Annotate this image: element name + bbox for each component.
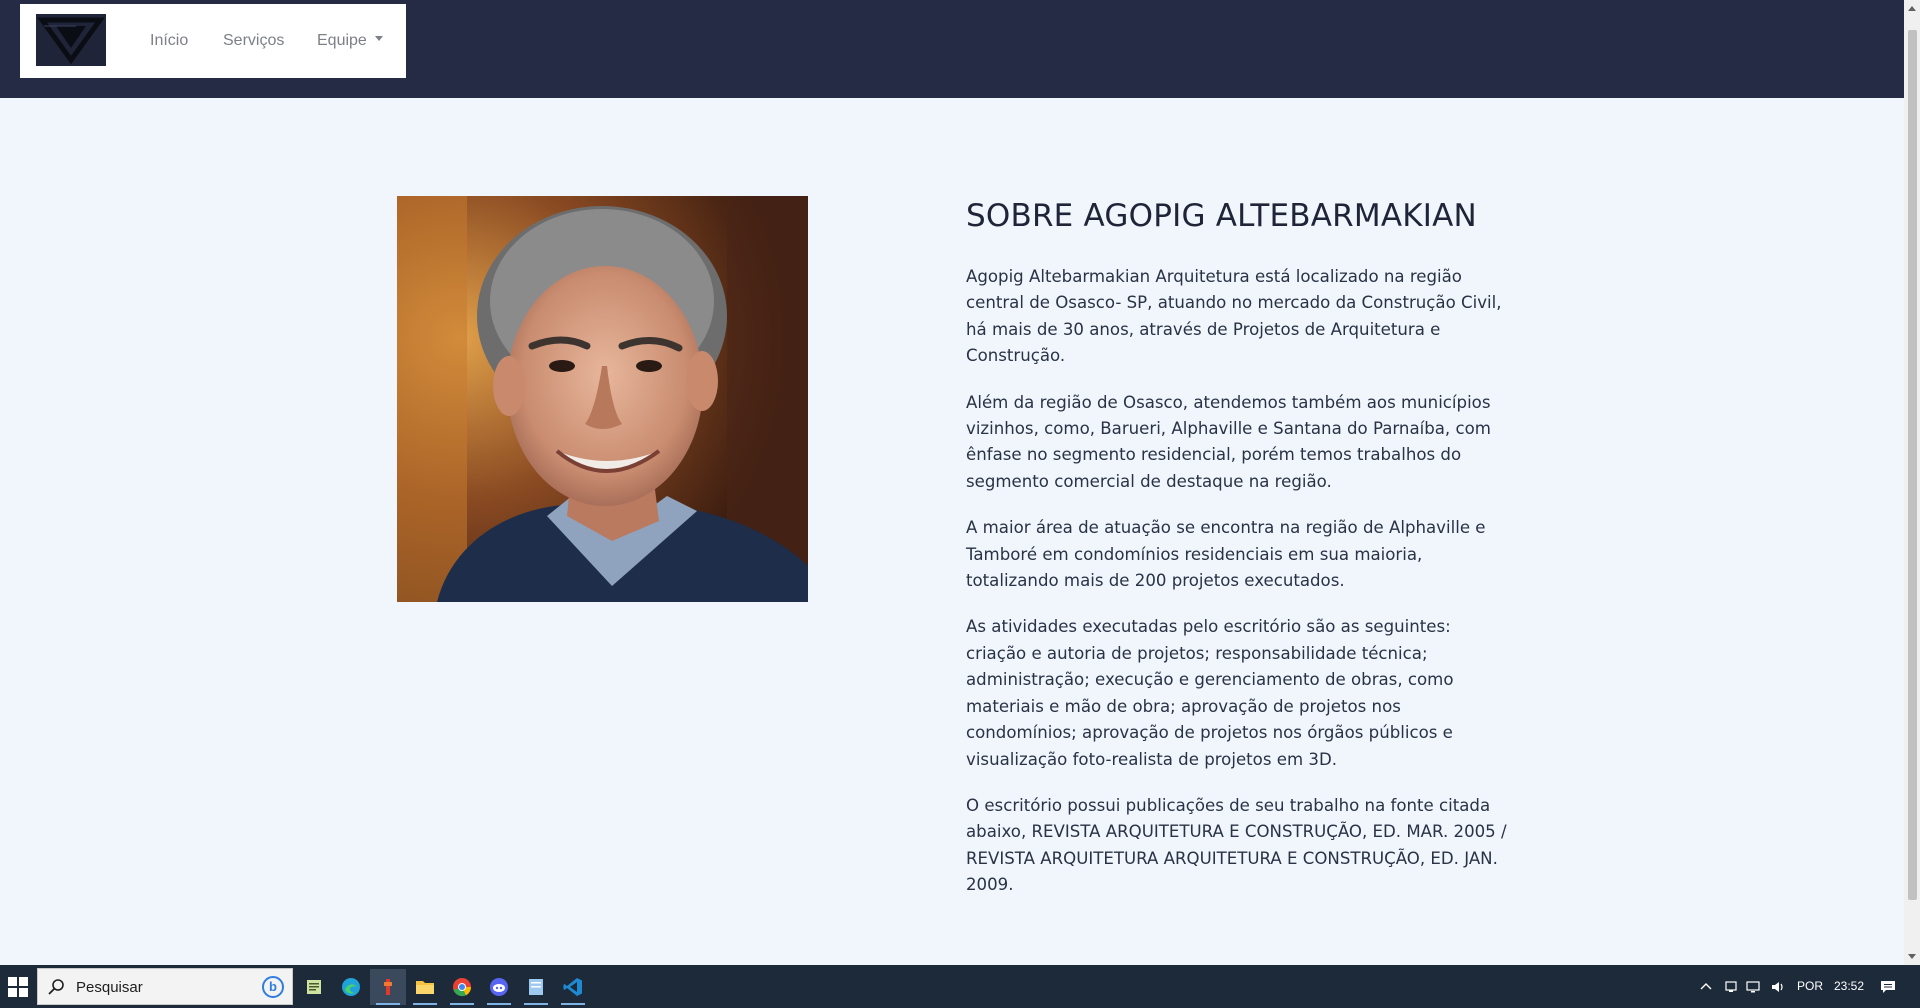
nav-link-inicio[interactable]: Início <box>150 4 188 78</box>
nav-link-servicos[interactable]: Serviços <box>223 4 284 78</box>
app-red-icon[interactable] <box>370 969 406 1005</box>
scroll-up-arrow-icon[interactable] <box>1908 6 1916 11</box>
language-indicator[interactable]: POR <box>1797 965 1823 1008</box>
profile-photo <box>397 196 808 602</box>
about-paragraph: Além da região de Osasco, atendemos tamb… <box>966 392 1491 491</box>
scroll-down-arrow-icon[interactable] <box>1908 954 1916 959</box>
notification-icon[interactable] <box>1880 965 1896 1008</box>
portrait-image <box>397 196 808 602</box>
bing-icon[interactable]: b <box>262 976 284 998</box>
search-placeholder: Pesquisar <box>76 979 143 996</box>
page-scrollbar[interactable] <box>1904 0 1920 965</box>
edge-icon[interactable] <box>333 969 369 1005</box>
scrollbar-thumb[interactable] <box>1908 30 1917 900</box>
logo-icon <box>36 14 106 66</box>
windows-start-icon[interactable] <box>8 977 28 997</box>
vscode-icon[interactable] <box>555 969 591 1005</box>
taskbar-search-box[interactable]: Pesquisar b <box>37 968 293 1005</box>
network-icon[interactable] <box>1746 965 1762 1008</box>
about-paragraph: Agopig Altebarmakian Arquitetura está lo… <box>966 267 1502 366</box>
about-paragraph: A maior área de atuação se encontra na r… <box>966 518 1486 591</box>
navbar: Início Serviços Equipe <box>20 4 406 78</box>
about-content: SOBRE AGOPIG ALTEBARMAKIAN Agopig Alteba… <box>966 192 1511 919</box>
nav-dropdown-equipe[interactable]: Equipe <box>317 4 383 78</box>
search-icon <box>48 979 64 995</box>
about-title: SOBRE AGOPIG ALTEBARMAKIAN <box>966 198 1477 234</box>
meet-icon[interactable] <box>1724 965 1738 1008</box>
chevron-up-icon[interactable] <box>1700 965 1712 1008</box>
clock[interactable]: 23:52 <box>1834 965 1864 1008</box>
volume-icon[interactable] <box>1770 965 1786 1008</box>
windows-taskbar: Pesquisar b POR 23:52 <box>0 965 1920 1008</box>
nav-equipe-label: Equipe <box>317 32 367 49</box>
notes-icon[interactable] <box>518 969 554 1005</box>
file-explorer-icon[interactable] <box>407 969 443 1005</box>
notepad-icon[interactable] <box>296 969 332 1005</box>
about-paragraph: O escritório possui publicações de seu t… <box>966 795 1507 895</box>
brand-logo[interactable] <box>36 14 106 66</box>
about-paragraph: As atividades executadas pelo escritório… <box>966 617 1454 769</box>
about-section: SOBRE AGOPIG ALTEBARMAKIAN Agopig Alteba… <box>0 98 1904 965</box>
caret-down-icon <box>374 36 383 42</box>
discord-icon[interactable] <box>481 969 517 1005</box>
site-header: Início Serviços Equipe <box>0 0 1904 98</box>
chrome-icon[interactable] <box>444 969 480 1005</box>
